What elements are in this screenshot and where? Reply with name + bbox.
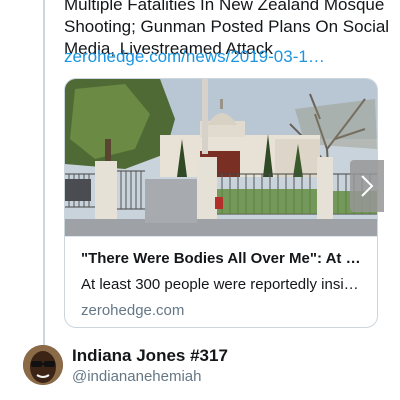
- mosque-street-photo: [65, 79, 377, 236]
- thread-line: [43, 0, 45, 345]
- card-description: At least 300 people were reportedly insi…: [81, 276, 359, 293]
- user-handle[interactable]: @indiananehemiah: [72, 367, 202, 387]
- chevron-right-icon: [361, 175, 374, 197]
- user-display-name[interactable]: Indiana Jones #317: [72, 345, 228, 367]
- user-avatar-image: [23, 345, 63, 385]
- next-image-button[interactable]: [350, 160, 384, 212]
- tweet-text-line: Multiple Fatalities In New Zealand Mosqu…: [64, 0, 385, 14]
- link-preview-card[interactable]: "There Were Bodies All Over Me": At … At…: [64, 78, 378, 328]
- card-domain: zerohedge.com: [81, 302, 185, 319]
- card-body: "There Were Bodies All Over Me": At … At…: [65, 236, 377, 327]
- card-title: "There Were Bodies All Over Me": At …: [81, 250, 361, 267]
- avatar[interactable]: [23, 345, 63, 385]
- tweet-link[interactable]: zerohedge.com/news/2019-03-1…: [64, 46, 325, 68]
- card-image: [65, 79, 377, 236]
- tweet-text-line: Shooting; Gunman Posted Plans On Social: [64, 17, 390, 36]
